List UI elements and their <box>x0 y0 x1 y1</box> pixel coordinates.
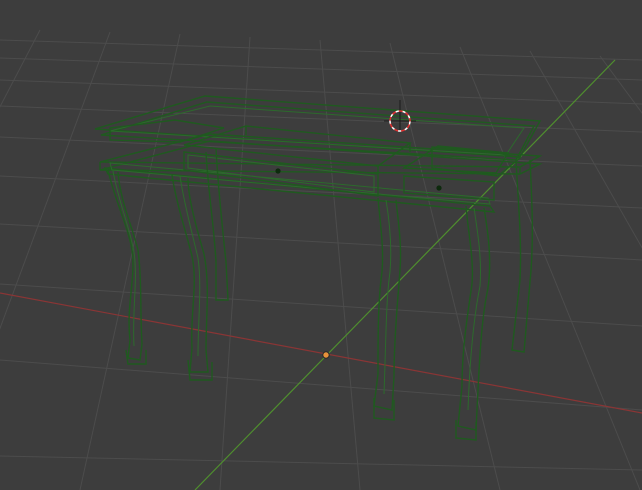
x-axis-line <box>0 292 642 414</box>
object-origin-icon[interactable] <box>322 351 330 359</box>
viewport-canvas[interactable] <box>0 0 642 490</box>
3d-viewport[interactable] <box>0 0 642 490</box>
table-wireframe[interactable] <box>94 95 543 441</box>
y-axis-line <box>194 59 616 490</box>
floor-grid <box>0 29 642 490</box>
